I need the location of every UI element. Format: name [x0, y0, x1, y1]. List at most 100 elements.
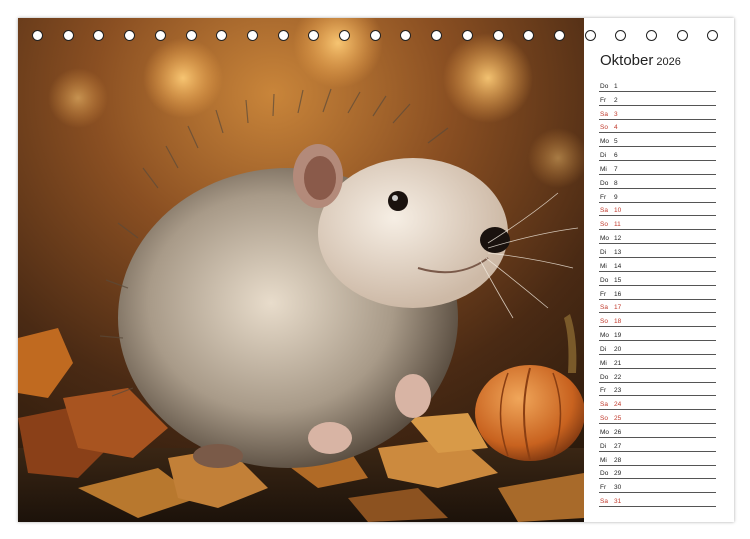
day-number: 24: [614, 401, 622, 409]
day-row: Sa 17: [599, 300, 716, 314]
binding-hole: [584, 30, 596, 41]
weekday-label: Di: [600, 442, 607, 450]
day-row: Di 20: [599, 341, 716, 355]
weekday-label: So: [600, 318, 608, 326]
day-number: 6: [614, 152, 618, 160]
weekday-label: Fr: [600, 484, 607, 492]
day-row: Mo 5: [599, 133, 716, 148]
day-row: Do 22: [599, 369, 716, 383]
binding-hole: [676, 30, 688, 41]
day-row: Do 8: [599, 175, 716, 189]
binding-hole: [93, 30, 105, 41]
weekday-label: So: [600, 124, 608, 132]
weekday-label: Di: [600, 152, 607, 160]
binding-hole: [461, 30, 473, 41]
day-row: Do 15: [599, 272, 716, 286]
day-row: Di 6: [599, 147, 716, 162]
day-number: 15: [614, 276, 622, 284]
weekday-label: Fr: [600, 193, 607, 201]
day-row: Do 1: [599, 78, 716, 92]
binding-hole: [185, 30, 197, 41]
day-number: 23: [614, 387, 622, 395]
weekday-label: Do: [600, 82, 609, 90]
weekday-label: Do: [600, 373, 609, 381]
day-row: Fr 30: [599, 479, 716, 494]
day-number: 28: [614, 456, 622, 464]
weekday-label: Di: [600, 248, 607, 256]
weekday-label: Do: [600, 179, 609, 187]
day-number: 1: [614, 82, 618, 90]
day-number: 16: [614, 290, 622, 298]
weekday-label: Do: [600, 276, 609, 284]
year-label: 2026: [656, 56, 681, 68]
weekday-label: So: [600, 221, 608, 229]
binding-hole: [369, 30, 381, 41]
day-number: 14: [614, 262, 622, 270]
day-row: So 4: [599, 120, 716, 134]
binding-hole: [32, 30, 43, 41]
day-number: 2: [614, 96, 618, 104]
day-number: 7: [614, 165, 618, 173]
day-list: Do 1 Fr 2 Sa 3 So 4 Mo 5 Di 6 Mi 7 Do 8 Fr 9 Sa 10 So 11 Mo 12 D…: [599, 78, 716, 508]
day-row: So 25: [599, 410, 716, 425]
day-number: 8: [614, 179, 618, 187]
day-number: 9: [614, 193, 618, 201]
day-row: Do 29: [599, 466, 716, 480]
weekday-label: Sa: [600, 207, 608, 215]
day-number: 12: [614, 235, 622, 243]
day-number: 4: [614, 124, 618, 132]
day-number: 19: [614, 332, 622, 340]
binding-hole: [124, 30, 136, 41]
weekday-label: Sa: [600, 498, 608, 506]
hedgehog-photo: [18, 18, 584, 522]
binding-hole: [277, 30, 289, 41]
month-name: Oktober: [600, 52, 654, 69]
day-row: Mi 14: [599, 258, 716, 272]
day-number: 3: [614, 110, 618, 118]
day-row: Fr 2: [599, 92, 716, 106]
day-row: Fr 9: [599, 189, 716, 203]
day-row: So 11: [599, 216, 716, 231]
binding-holes: [18, 30, 734, 46]
binding-hole: [523, 30, 535, 41]
binding-hole: [400, 30, 412, 41]
binding-hole: [216, 30, 228, 41]
binding-hole: [308, 30, 320, 41]
binding-hole: [492, 30, 504, 41]
weekday-label: Mo: [600, 138, 610, 146]
weekday-label: Do: [600, 470, 609, 478]
binding-hole: [553, 30, 565, 41]
weekday-label: Fr: [600, 387, 607, 395]
weekday-label: Sa: [600, 110, 608, 118]
month-title: Oktober 2026: [600, 52, 681, 69]
binding-hole: [339, 30, 350, 41]
day-number: 29: [614, 470, 622, 478]
binding-hole: [615, 30, 627, 41]
day-number: 11: [614, 221, 621, 229]
weekday-label: Mo: [600, 235, 610, 243]
binding-hole: [246, 30, 258, 41]
calendar-sidebar: Oktober 2026 Do 1 Fr 2 Sa 3 So 4 Mo 5 Di 6 Mi 7 Do 8 Fr 9 S…: [584, 18, 734, 522]
day-row: Mi 7: [599, 161, 716, 175]
day-row: Sa 10: [599, 203, 716, 217]
day-row: Di 13: [599, 244, 716, 258]
binding-hole: [646, 30, 657, 41]
weekday-label: Sa: [600, 401, 608, 409]
weekday-label: Di: [600, 345, 607, 353]
day-row: Mi 28: [599, 452, 716, 466]
calendar-page: Oktober 2026 Do 1 Fr 2 Sa 3 So 4 Mo 5 Di 6 Mi 7 Do 8 Fr 9 S…: [18, 18, 734, 522]
day-row: Mi 21: [599, 355, 716, 369]
day-row: Sa 3: [599, 106, 716, 120]
weekday-label: Fr: [600, 96, 607, 104]
binding-hole: [431, 30, 443, 41]
day-number: 26: [614, 428, 622, 436]
day-row: Mo 26: [599, 424, 716, 438]
day-number: 21: [614, 359, 622, 367]
weekday-label: Sa: [600, 304, 608, 312]
weekday-label: Mi: [600, 359, 607, 367]
day-row: Sa 24: [599, 396, 716, 411]
weekday-label: Mi: [600, 262, 607, 270]
day-row: Di 27: [599, 438, 716, 452]
day-number: 22: [614, 373, 622, 381]
weekday-label: Mi: [600, 456, 607, 464]
